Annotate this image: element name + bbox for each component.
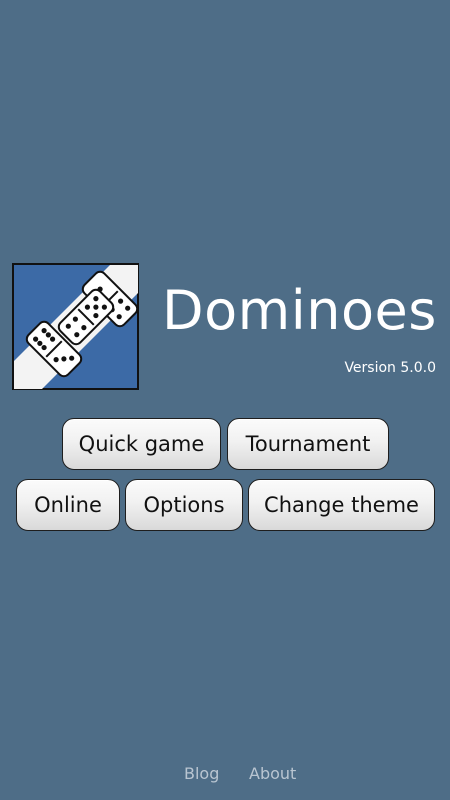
options-label: Options [143, 493, 225, 517]
online-label: Online [34, 493, 102, 517]
quick-game-button[interactable]: Quick game [62, 418, 221, 470]
online-button[interactable]: Online [16, 479, 120, 531]
tournament-label: Tournament [245, 432, 371, 456]
options-button[interactable]: Options [125, 479, 243, 531]
version-label: Version 5.0.0 [344, 360, 436, 376]
change-theme-label: Change theme [264, 493, 419, 517]
change-theme-button[interactable]: Change theme [248, 479, 435, 531]
about-link[interactable]: About [249, 764, 296, 783]
app-title: Dominoes [162, 279, 437, 342]
blog-link[interactable]: Blog [184, 764, 219, 783]
dominoes-logo-icon [12, 263, 139, 390]
quick-game-label: Quick game [78, 432, 205, 456]
tournament-button[interactable]: Tournament [227, 418, 389, 470]
